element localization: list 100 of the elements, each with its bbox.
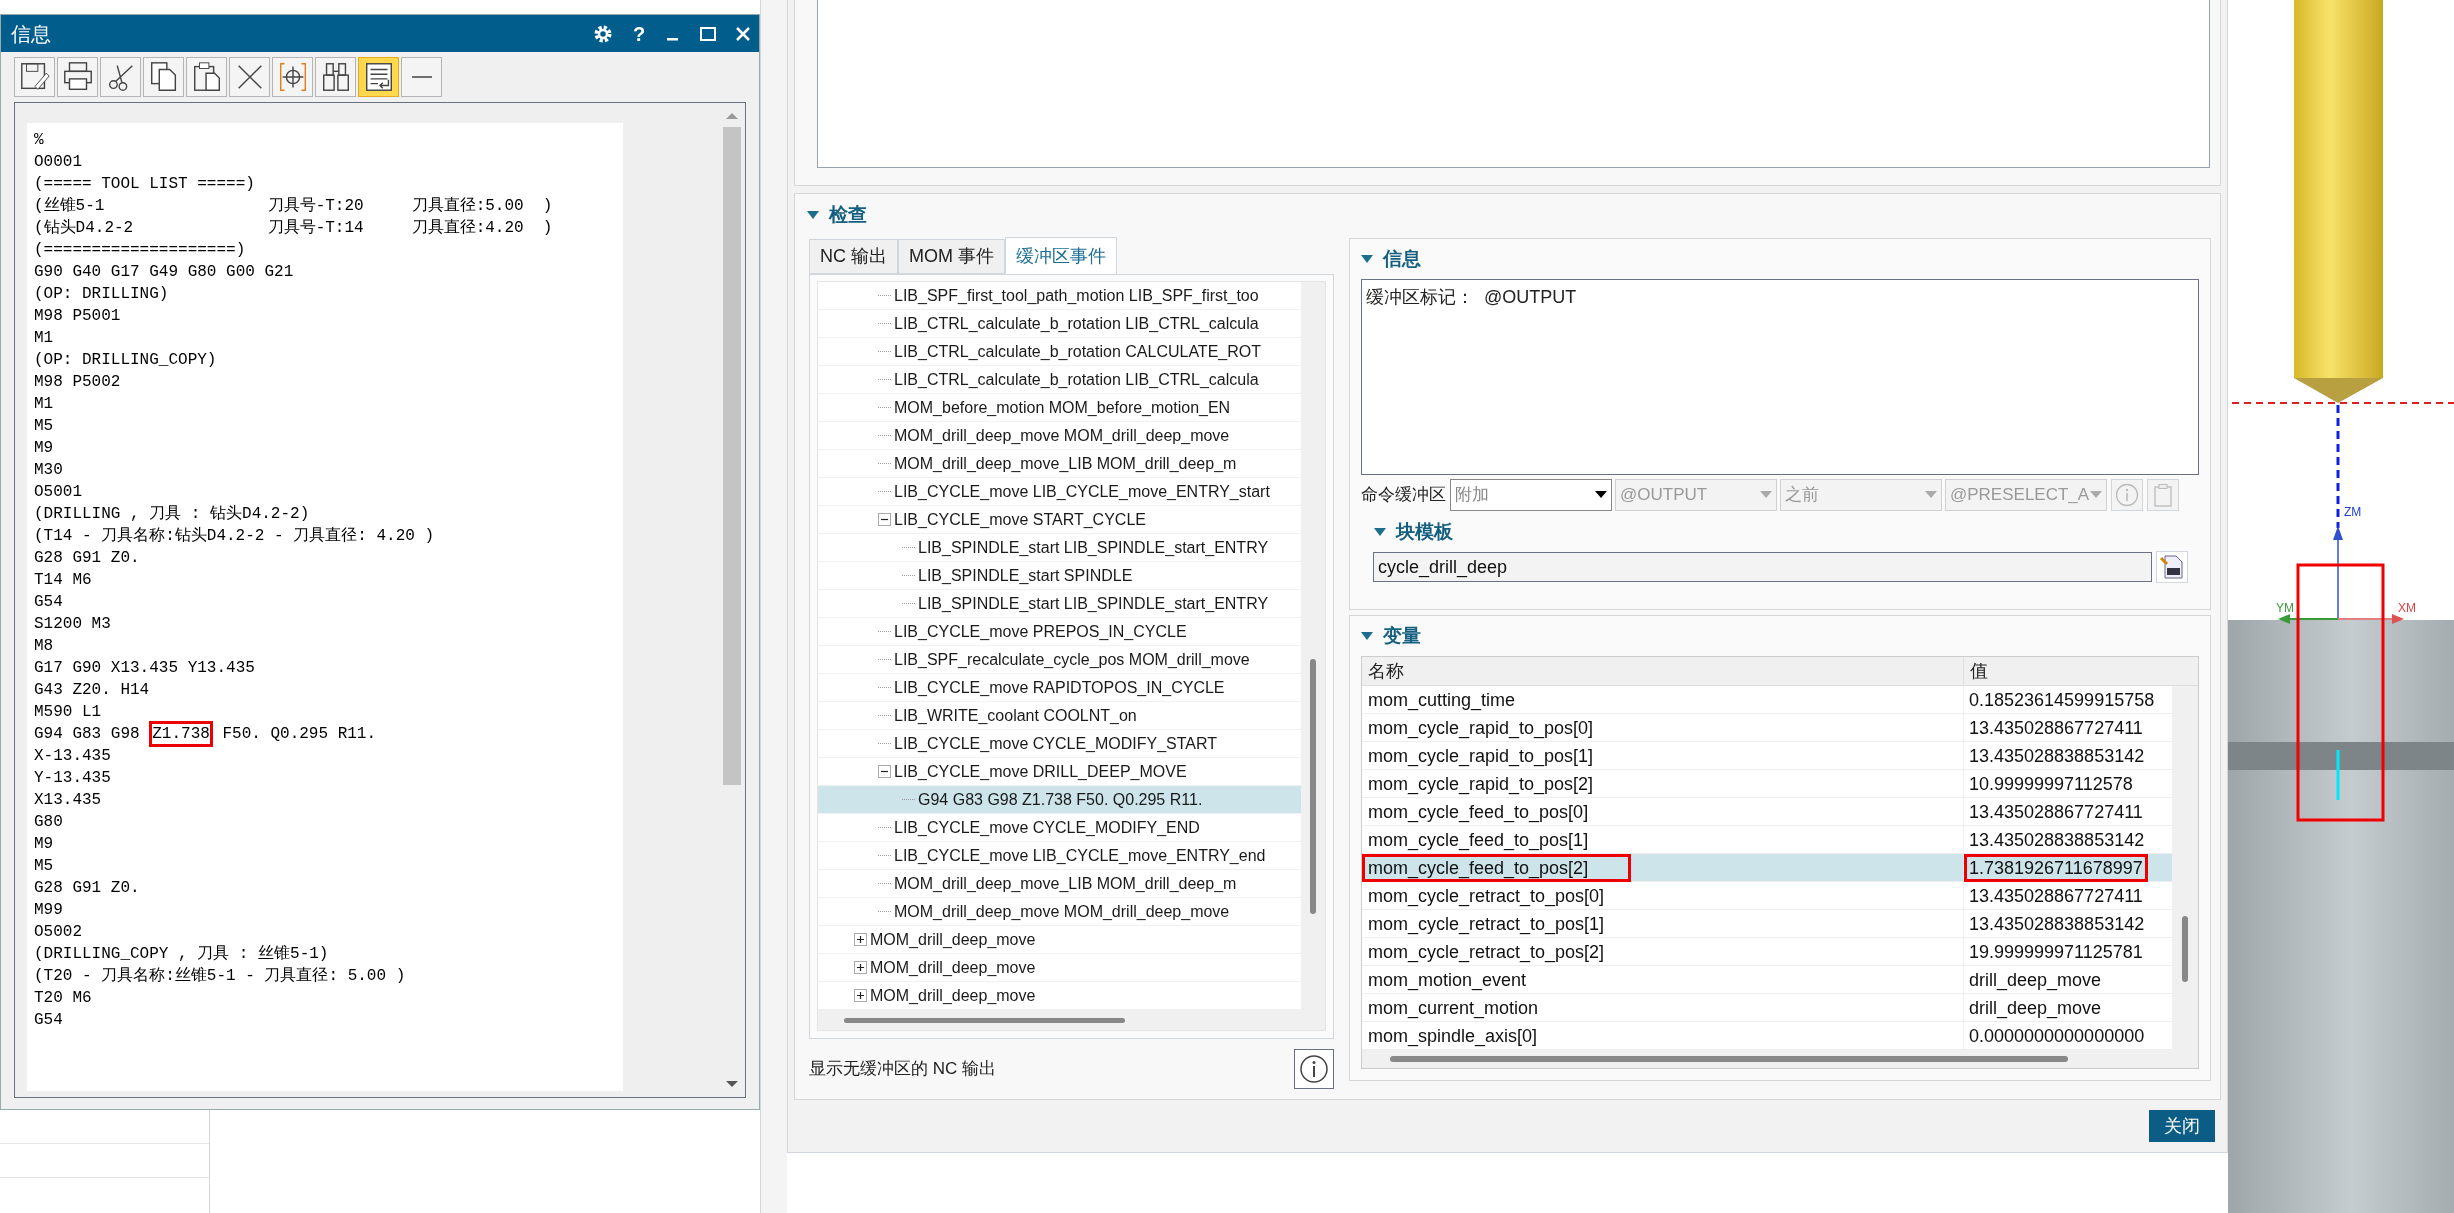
variable-name: mom_cycle_rapid_to_pos[0] <box>1367 716 1595 741</box>
toolbar-button[interactable] <box>401 57 442 97</box>
section-title: 变量 <box>1383 623 1421 648</box>
toolbar-button[interactable] <box>143 57 184 97</box>
scroll-down-icon[interactable] <box>725 1079 739 1089</box>
variable-name: mom_spindle_axis[0] <box>1367 1024 1539 1049</box>
variable-value: 13.435028867727411 <box>1968 800 2144 824</box>
code-line: G28 G91 Z0. <box>34 878 141 899</box>
toolbar-button[interactable] <box>57 57 98 97</box>
code-line: G54 <box>34 1010 64 1031</box>
tree-item[interactable]: G94 G83 G98 Z1.738 F50. Q0.295 R11. <box>818 786 1301 814</box>
maximize-icon[interactable] <box>699 25 717 42</box>
code-line: M1 <box>34 328 55 349</box>
code-line: T14 M6 <box>34 570 93 591</box>
toolbar-button[interactable] <box>315 57 356 97</box>
table-row[interactable]: mom_cycle_feed_to_pos[1] 13.435028838853142 <box>1362 826 2172 854</box>
toolbar-button[interactable] <box>229 57 270 97</box>
code-line: (DRILLING , 刀具 : 钻头D4.2-2) <box>34 504 311 525</box>
code-line: M30 <box>34 460 64 481</box>
toolbar-button[interactable] <box>100 57 141 97</box>
scrollbar[interactable] <box>1301 282 1325 1010</box>
scrollbar-thumb[interactable] <box>723 127 741 785</box>
info-button[interactable] <box>1294 1049 1334 1089</box>
code-line: T20 M6 <box>34 988 93 1009</box>
variable-name: mom_cycle_retract_to_pos[1] <box>1367 912 1606 937</box>
variable-value: 13.435028838853142 <box>1968 912 2146 936</box>
code-line: M99 <box>34 900 64 921</box>
table-row[interactable]: mom_cutting_time 0.18523614599915758 <box>1362 686 2172 714</box>
plus-box-icon[interactable] <box>854 961 867 974</box>
collapse-triangle-icon[interactable] <box>1361 254 1373 264</box>
table-row[interactable]: mom_spindle_axis[0] 0.0000000000000000 <box>1362 1022 2172 1050</box>
field-label: 命令缓冲区 <box>1361 484 1446 507</box>
toolbar-button[interactable] <box>272 57 313 97</box>
code-line: % <box>34 130 45 151</box>
x-axis-arrow <box>2337 614 2404 624</box>
collapse-triangle-icon[interactable] <box>1361 631 1373 641</box>
minus-box-icon[interactable] <box>878 765 891 778</box>
window-title: 信息 <box>11 21 52 47</box>
scrollbar-thumb[interactable] <box>2182 916 2188 982</box>
code-line: M5 <box>34 856 55 877</box>
tab[interactable]: MOM 事件 <box>898 239 1005 274</box>
tab[interactable]: NC 输出 <box>809 239 898 274</box>
table-row[interactable]: mom_cycle_feed_to_pos[2] 1.7381926711678997 <box>1362 854 2172 882</box>
definition-button[interactable] <box>2156 551 2188 583</box>
plus-box-icon[interactable] <box>854 989 867 1002</box>
toolbar-button[interactable] <box>14 57 55 97</box>
template-field[interactable]: cycle_drill_deep <box>1373 552 2152 582</box>
code-line: G17 G90 X13.435 Y13.435 <box>34 658 256 679</box>
table-row[interactable]: mom_cycle_retract_to_pos[0] 13.435028867727411 <box>1362 882 2172 910</box>
column-header[interactable]: 名称 <box>1362 657 1964 685</box>
table-row[interactable]: mom_cycle_retract_to_pos[1] 13.435028838853142 <box>1362 910 2172 938</box>
code-line: X13.435 <box>34 790 103 811</box>
table-row[interactable]: mom_cycle_retract_to_pos[2] 19.999999971125781 <box>1362 938 2172 966</box>
code-line: (T20 - 刀具名称:丝锥5-1 - 刀具直径: 5.00 ) <box>34 966 407 987</box>
code-line: (OP: DRILLING) <box>34 284 170 305</box>
variable-name: mom_cycle_feed_to_pos[1] <box>1367 828 1590 853</box>
plus-box-icon[interactable] <box>854 933 867 946</box>
message-area: 缓冲区标记： @OUTPUT <box>1361 279 2199 475</box>
variable-name: mom_cycle_retract_to_pos[2] <box>1367 940 1606 965</box>
close-button[interactable]: 关闭 <box>2149 1110 2215 1142</box>
code-line: (OP: DRILLING_COPY) <box>34 350 218 371</box>
table-row[interactable]: mom_motion_event drill_deep_move <box>1362 966 2172 994</box>
graphics-viewport[interactable]: ZM YM XM <box>2228 0 2454 1213</box>
minus-box-icon[interactable] <box>878 513 891 526</box>
code-line: G54 <box>34 592 64 613</box>
code-line: G94 G83 G98 Z1.738 F50. Q0.295 R11. <box>34 723 623 745</box>
toolbar-button[interactable] <box>186 57 227 97</box>
section-title: 块模板 <box>1396 519 1453 544</box>
table-row[interactable]: mom_cycle_rapid_to_pos[0] 13.435028867727411 <box>1362 714 2172 742</box>
table-row[interactable]: mom_cycle_rapid_to_pos[2] 10.99999997112578 <box>1362 770 2172 798</box>
toolbar-button[interactable] <box>358 57 399 97</box>
axis-label: YM <box>2276 601 2294 615</box>
scrollbar[interactable] <box>818 1010 1325 1030</box>
column-header[interactable]: 值 <box>1964 657 2198 685</box>
variable-value: drill_deep_move <box>1968 996 2103 1021</box>
section-title: 信息 <box>1383 246 1421 271</box>
footer-label: 显示无缓冲区的 NC 输出 <box>809 1058 996 1081</box>
scrollbar-thumb[interactable] <box>1310 659 1316 914</box>
caret-icon <box>2090 491 2102 499</box>
code-line: M590 L1 <box>34 702 103 723</box>
variable-name: mom_motion_event <box>1367 968 1528 993</box>
collapse-triangle-icon[interactable] <box>807 210 819 220</box>
scrollbar-thumb[interactable] <box>844 1017 1125 1023</box>
help-button[interactable]: ? <box>631 18 647 49</box>
table-row[interactable]: mom_cycle_rapid_to_pos[1] 13.435028838853142 <box>1362 742 2172 770</box>
clipboard-button[interactable] <box>2147 479 2179 511</box>
close-icon[interactable] <box>735 25 751 42</box>
table-row[interactable]: mom_current_motion drill_deep_move <box>1362 994 2172 1022</box>
collapse-triangle-icon[interactable] <box>1374 527 1386 537</box>
dropdown[interactable]: 附加 <box>1450 479 1612 511</box>
table-row[interactable]: mom_cycle_feed_to_pos[0] 13.435028867727411 <box>1362 798 2172 826</box>
caret-icon <box>1760 491 1772 499</box>
settings-icon[interactable] <box>593 23 613 44</box>
variable-name: mom_cycle_rapid_to_pos[1] <box>1367 744 1595 769</box>
variable-value: 0.18523614599915758 <box>1968 688 2156 712</box>
tab[interactable]: 缓冲区事件 <box>1005 237 1117 275</box>
variable-value: 1.7381926711678997 <box>1964 854 2148 882</box>
scrollbar-thumb[interactable] <box>1390 1056 2068 1062</box>
hole-line <box>2336 750 2340 800</box>
code-line: M9 <box>34 834 55 855</box>
